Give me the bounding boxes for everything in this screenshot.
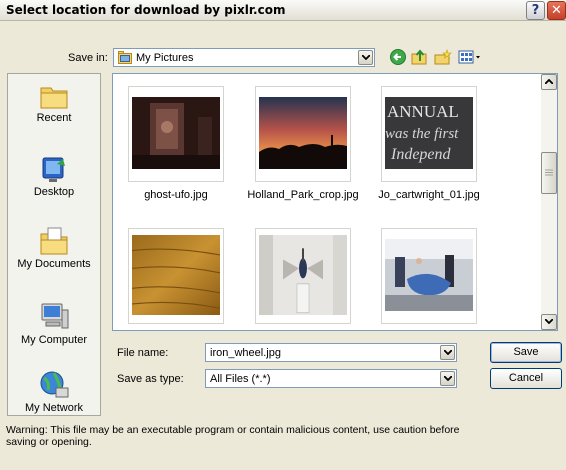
file-name-input[interactable]: iron_wheel.jpg [205,343,457,362]
place-my-documents[interactable]: My Documents [8,226,100,270]
save-in-dropdown[interactable]: My Pictures [113,48,375,67]
save-as-type-dropdown[interactable]: All Files (*.*) [205,369,457,388]
place-my-network[interactable]: My Network [8,370,100,414]
my-pictures-folder-icon [118,51,132,64]
file-thumbnail[interactable] [255,86,351,182]
place-label: Desktop [33,186,75,198]
save-in-label: Save in: [68,52,108,64]
thumbnail-image: ANNUAL was the first Independ [385,97,473,169]
place-label: My Computer [20,334,88,346]
grip-icon [545,169,553,176]
file-name-field-label: File name: [117,347,169,359]
chevron-down-icon [444,350,452,355]
save-in-value: My Pictures [136,52,194,64]
place-label: My Network [24,402,84,414]
place-label: My Documents [17,258,91,270]
scroll-down-button[interactable] [541,314,557,330]
cancel-button[interactable]: Cancel [490,368,562,389]
file-name-label[interactable]: Jo_cartwright_01.jpg [359,189,499,201]
places-bar: Recent Desktop My Documents My Computer [7,73,101,416]
close-button[interactable]: ✕ [547,1,566,20]
chevron-down-icon [444,376,452,381]
thumbnail-image [132,235,220,315]
file-list-scrollbar[interactable] [541,74,557,330]
views-menu-icon[interactable] [458,49,482,65]
security-warning: Warning: This file may be an executable … [6,424,460,448]
my-network-icon [40,371,69,398]
save-button[interactable]: Save [490,342,562,363]
back-arrow-icon[interactable] [390,49,406,65]
desktop-icon [42,157,65,182]
thumbnail-text-line1: ANNUAL [387,102,459,121]
place-label: Recent [36,112,72,124]
thumbnail-image [385,239,473,311]
thumbnail-text-line3: Independ [390,146,452,163]
save-as-type-label: Save as type: [117,373,184,385]
thumbnail-image [259,97,347,169]
file-thumbnail[interactable] [381,228,477,324]
place-desktop[interactable]: Desktop [8,156,100,198]
chevron-up-icon [545,79,553,84]
save-in-dropdown-arrow[interactable] [358,50,373,65]
file-name-label[interactable]: Holland_Park_crop.jpg [233,189,373,201]
file-thumbnail[interactable]: ANNUAL was the first Independ [381,86,477,182]
thumbnail-image [132,97,220,169]
file-thumbnail[interactable] [128,228,224,324]
up-folder-icon[interactable] [411,49,429,65]
save-as-type-dropdown-arrow[interactable] [440,371,455,386]
thumbnail-image [259,235,347,315]
file-thumbnail[interactable] [255,228,351,324]
thumbnail-text-line2: was the first [385,126,459,142]
file-name-dropdown-arrow[interactable] [440,345,455,360]
chevron-down-icon [545,319,553,324]
scroll-up-button[interactable] [541,74,557,90]
place-recent[interactable]: Recent [8,82,100,124]
file-list[interactable]: ghost-ufo.jpg Holland_Park_crop.jpg ANNU… [112,73,558,331]
file-thumbnail[interactable] [128,86,224,182]
save-as-type-value: All Files (*.*) [210,373,271,385]
file-name-label[interactable]: ghost-ufo.jpg [106,189,246,201]
file-name-value: iron_wheel.jpg [210,347,281,359]
chevron-down-icon [362,55,370,60]
my-documents-icon [40,227,68,255]
help-button[interactable]: ? [526,1,545,20]
new-folder-icon[interactable] [434,49,452,65]
window-title: Select location for download by pixlr.co… [6,3,286,17]
my-computer-icon [41,303,69,329]
recent-folder-icon [40,87,68,109]
title-bar[interactable]: Select location for download by pixlr.co… [0,0,566,21]
place-my-computer[interactable]: My Computer [8,302,100,346]
scroll-thumb[interactable] [541,152,557,194]
